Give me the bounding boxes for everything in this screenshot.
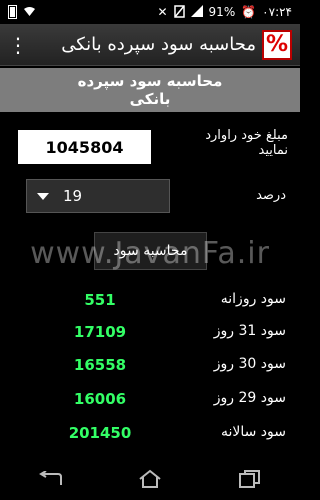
dropdown-caret-icon [37, 192, 49, 200]
battery-icon [8, 5, 17, 19]
result-row-daily: 551 سود روزانه [0, 288, 300, 312]
result-row-31-days: 17109 سود 31 روز [0, 320, 300, 344]
app-title: محاسبه سود سپرده بانکی [61, 34, 256, 55]
percent-label: درصد [256, 188, 286, 203]
percent-value: 19 [63, 187, 83, 205]
result-label: سود سالانه [220, 424, 286, 440]
overflow-menu-icon[interactable]: ⋮ [8, 33, 28, 57]
section-header-line1: محاسبه سود سپرده [77, 72, 223, 90]
status-bar: ✕ 91% ⏰ ۰۷:۲۴ [0, 0, 300, 24]
title-wrap: محاسبه سود سپرده بانکی % [61, 29, 292, 60]
amount-label-line1: مبلغ خود راوارد [205, 128, 288, 143]
amount-label: مبلغ خود راوارد نمایید [168, 128, 288, 158]
bluetooth-off-icon: ✕ [157, 5, 168, 19]
percent-app-icon: % [262, 29, 292, 60]
calculate-button[interactable]: محاسبه سود [94, 232, 207, 270]
recent-apps-button[interactable] [230, 464, 270, 494]
section-header-line2: بانکی [129, 90, 171, 108]
result-row-yearly: 201450 سود سالانه [0, 421, 300, 445]
recent-apps-icon [239, 469, 260, 488]
no-sim-icon [173, 4, 185, 20]
section-header: محاسبه سود سپرده بانکی [0, 68, 300, 112]
status-time: ۰۷:۲۴ [262, 5, 292, 19]
action-bar: ⋮ محاسبه سود سپرده بانکی % [0, 24, 300, 66]
navigation-bar [0, 457, 300, 500]
home-icon [139, 469, 161, 488]
percent-select[interactable]: 19 [26, 179, 170, 213]
result-label: سود 29 روز [213, 390, 286, 406]
amount-label-line2: نمایید [258, 143, 288, 158]
result-value: 16006 [73, 390, 127, 408]
battery-percent: 91% [208, 5, 236, 19]
result-value: 17109 [73, 323, 127, 341]
status-left [8, 5, 36, 19]
result-label: سود روزانه [220, 291, 286, 307]
back-icon [39, 470, 62, 485]
home-button[interactable] [130, 464, 170, 494]
status-right: ✕ 91% ⏰ ۰۷:۲۴ [157, 4, 292, 20]
wifi-icon [23, 6, 36, 19]
amount-input[interactable] [18, 130, 151, 164]
result-value: 201450 [68, 424, 132, 442]
result-row-30-days: 16558 سود 30 روز [0, 353, 300, 377]
result-label: سود 31 روز [213, 323, 286, 339]
signal-icon [190, 5, 203, 19]
back-button[interactable] [30, 464, 70, 494]
result-row-29-days: 16006 سود 29 روز [0, 387, 300, 411]
result-value: 551 [84, 291, 116, 309]
clock-icon: ⏰ [241, 5, 257, 19]
result-label: سود 30 روز [213, 356, 286, 372]
result-value: 16558 [73, 356, 127, 374]
